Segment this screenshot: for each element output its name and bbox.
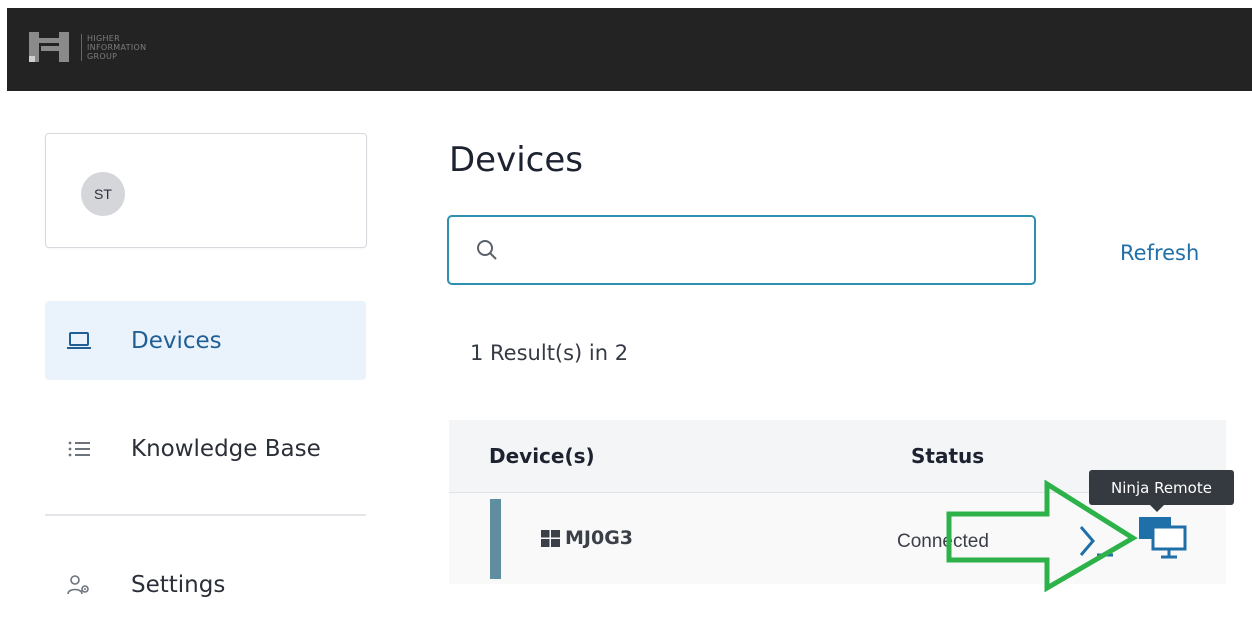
logo-line-3: GROUP [87,51,118,61]
top-bar [0,0,1252,91]
column-header-device[interactable]: Device(s) [489,444,595,468]
sidebar-item-settings[interactable]: Settings [45,545,366,624]
user-card[interactable]: ST [45,133,367,248]
search-input[interactable] [509,231,1013,271]
logo-text: HIGHER INFORMATION GROUP [81,33,147,61]
sidebar-item-label: Devices [131,327,222,354]
sidebar-divider [45,514,366,516]
sidebar-item-knowledge-base[interactable]: Knowledge Base [45,409,366,488]
user-settings-icon [67,573,91,597]
results-count: 1 Result(s) in 2 [470,341,629,365]
logo-mark-icon [29,30,77,64]
list-icon [67,437,91,461]
sidebar-item-label: Settings [131,571,226,598]
sidebar-item-label: Knowledge Base [131,435,321,462]
search-icon [476,239,498,265]
logo-line-2: INFORMATION [87,42,147,52]
sidebar-item-devices[interactable]: Devices [45,301,366,380]
windows-icon [541,530,560,551]
column-header-status[interactable]: Status [911,444,984,468]
device-name[interactable]: MJ0G3 [565,527,633,549]
row-status-indicator [490,499,501,579]
search-box[interactable] [447,215,1036,285]
annotation-arrow-icon [945,479,1145,596]
page-title: Devices [449,140,583,180]
company-logo[interactable]: HIGHER INFORMATION GROUP [29,30,146,64]
laptop-icon [67,329,91,353]
top-bar-inner [7,8,1252,91]
refresh-button[interactable]: Refresh [1120,241,1199,265]
logo-line-1: HIGHER [87,33,121,43]
avatar[interactable]: ST [81,172,125,216]
